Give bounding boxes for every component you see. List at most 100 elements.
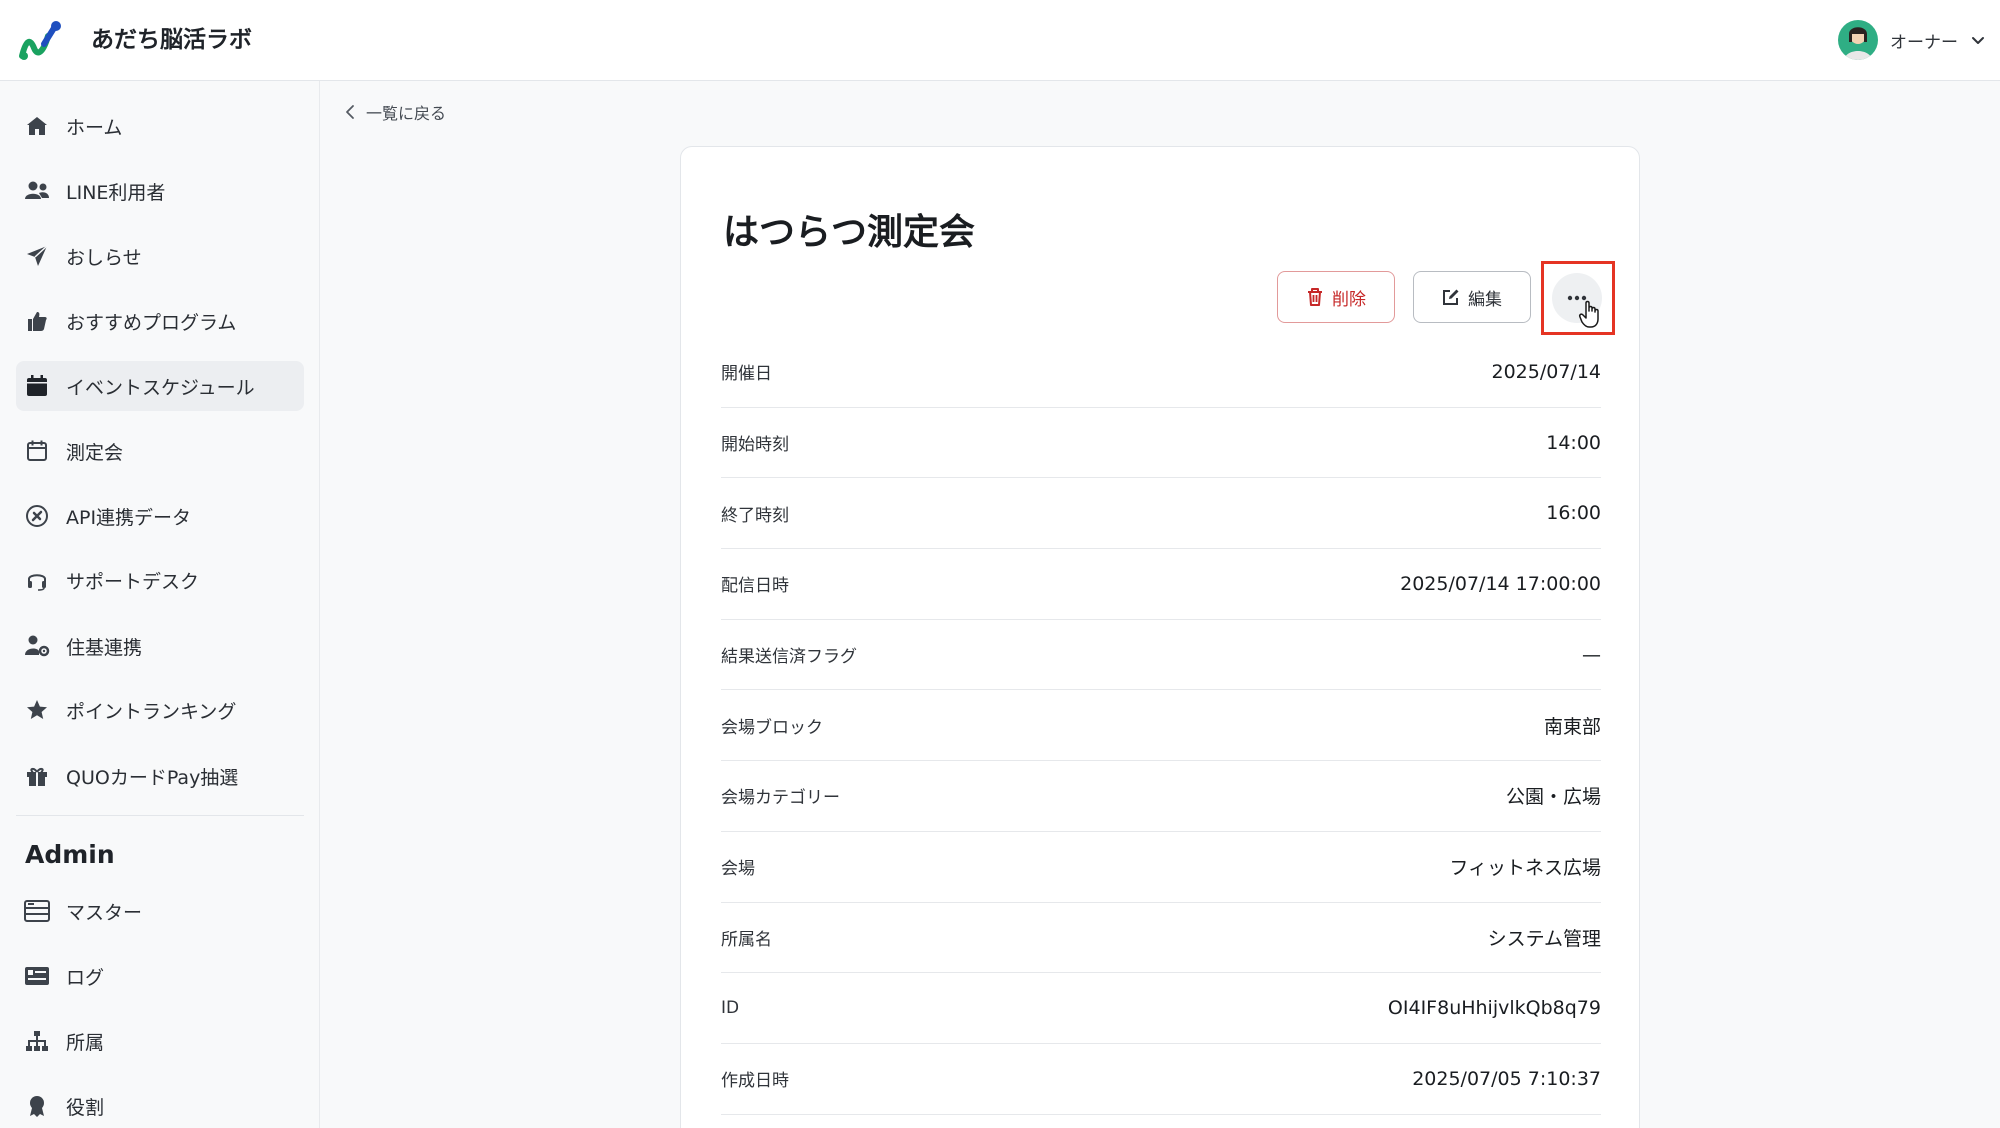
- detail-label: 所属名: [721, 929, 772, 950]
- sidebar-item-label: おしらせ: [66, 246, 142, 269]
- detail-value: 16:00: [1546, 502, 1601, 525]
- detail-label: 作成日時: [721, 1071, 789, 1092]
- detail-value: 南東部: [1543, 715, 1601, 738]
- detail-label: 配信日時: [721, 576, 789, 597]
- detail-row: 開催日 2025/07/14: [721, 337, 1601, 408]
- detail-row: 作成日時 2025/07/05 7:10:37: [721, 1044, 1601, 1115]
- plug-icon: [24, 503, 50, 529]
- user-gear-icon: [24, 633, 50, 659]
- sidebar-item-programs[interactable]: おすすめプログラム: [16, 296, 304, 346]
- user-name: オーナー: [1890, 32, 1958, 53]
- detail-label: 終了時刻: [721, 505, 789, 526]
- trash-icon: [1308, 288, 1322, 306]
- sidebar-item-quo-card[interactable]: QUOカードPay抽選: [16, 751, 304, 801]
- sidebar-item-label: 役割: [66, 1096, 105, 1119]
- sidebar-item-point-ranking[interactable]: ポイントランキング: [16, 685, 304, 735]
- users-icon: [24, 178, 50, 204]
- sidebar-item-home[interactable]: ホーム: [16, 101, 304, 151]
- admin-heading: Admin: [25, 840, 115, 869]
- detail-value: フィットネス広場: [1449, 857, 1601, 880]
- headset-icon: [24, 567, 50, 593]
- sidebar-item-notices[interactable]: おしらせ: [16, 231, 304, 281]
- ellipsis-icon: [1567, 295, 1587, 301]
- app-title: あだち脳活ラボ: [91, 27, 252, 53]
- back-to-list-link[interactable]: 一覧に戻る: [344, 100, 446, 124]
- event-details: 開催日 2025/07/14 開始時刻 14:00 終了時刻 16:00 配信日時 20…: [721, 337, 1601, 1115]
- detail-label: 会場ブロック: [721, 717, 823, 738]
- star-icon: [24, 697, 50, 723]
- detail-row: 所属名 システム管理: [721, 903, 1601, 974]
- sidebar-item-label: マスター: [66, 901, 143, 924]
- detail-row: 配信日時 2025/07/14 17:00:00: [721, 549, 1601, 620]
- sidebar-divider: [16, 815, 304, 816]
- detail-row: 終了時刻 16:00: [721, 478, 1601, 550]
- sidebar-item-label: API連携データ: [66, 506, 192, 529]
- detail-label: 開始時刻: [721, 435, 789, 456]
- sidebar-item-label: ホーム: [66, 116, 123, 139]
- sidebar-item-api-data[interactable]: API連携データ: [16, 491, 304, 541]
- delete-button[interactable]: 削除: [1277, 271, 1395, 323]
- sidebar: ホーム LINE利用者 おしらせ おすすめプログラム イベントスケジュール 測定…: [0, 81, 320, 1128]
- org-chart-icon: [24, 1028, 50, 1054]
- sidebar-item-label: LINE利用者: [66, 181, 166, 204]
- detail-row: 結果送信済フラグ —: [721, 620, 1601, 691]
- sidebar-item-support-desk[interactable]: サポートデスク: [16, 555, 304, 605]
- app-logo-icon[interactable]: [18, 20, 62, 62]
- home-icon: [24, 113, 50, 139]
- sidebar-item-resident-link[interactable]: 住基連携: [16, 621, 304, 671]
- detail-label: ID: [721, 998, 740, 1019]
- page-title: はつらつ測定会: [723, 212, 976, 253]
- more-actions-button[interactable]: [1552, 273, 1602, 323]
- detail-row: 会場 フィットネス広場: [721, 832, 1601, 903]
- sidebar-item-label: ログ: [66, 966, 105, 989]
- sidebar-item-label: 所属: [66, 1031, 105, 1054]
- delete-label: 削除: [1332, 289, 1366, 310]
- sidebar-item-label: QUOカードPay抽選: [66, 766, 239, 789]
- sidebar-item-label: サポートデスク: [66, 570, 200, 593]
- sidebar-item-master[interactable]: マスター: [16, 886, 304, 936]
- sidebar-item-event-schedule[interactable]: イベントスケジュール: [16, 361, 304, 411]
- sidebar-item-log[interactable]: ログ: [16, 951, 304, 1001]
- top-header: あだち脳活ラボ オーナー: [0, 0, 2000, 81]
- user-menu[interactable]: オーナー: [1838, 19, 1986, 61]
- sidebar-item-line-users[interactable]: LINE利用者: [16, 166, 304, 216]
- sidebar-item-label: イベントスケジュール: [66, 376, 255, 399]
- calendar-icon: [24, 438, 50, 464]
- back-label: 一覧に戻る: [366, 104, 447, 123]
- sidebar-item-affiliation[interactable]: 所属: [16, 1016, 304, 1066]
- detail-label: 会場: [721, 859, 755, 880]
- gift-icon: [24, 763, 50, 789]
- log-icon: [24, 963, 50, 989]
- edit-label: 編集: [1468, 289, 1502, 310]
- edit-button[interactable]: 編集: [1413, 271, 1531, 323]
- avatar: [1838, 20, 1878, 60]
- detail-row: ID OI4IF8uHhijvlkQb8q79: [721, 973, 1601, 1044]
- chevron-down-icon: [1972, 37, 1984, 44]
- edit-icon: [1443, 289, 1459, 305]
- award-icon: [24, 1093, 50, 1119]
- sidebar-item-role[interactable]: 役割: [16, 1081, 304, 1128]
- detail-value: 2025/07/05 7:10:37: [1412, 1067, 1601, 1090]
- detail-value: 14:00: [1546, 431, 1601, 454]
- thumbs-up-icon: [24, 308, 50, 334]
- sidebar-item-label: 測定会: [66, 441, 124, 464]
- chevron-left-icon: [346, 105, 354, 119]
- event-detail-card: はつらつ測定会 削除 編集 開催日 2025/07/14 開始時刻 14:00 終了…: [680, 146, 1640, 1128]
- detail-value: —: [1582, 643, 1601, 666]
- detail-label: 開催日: [721, 364, 772, 385]
- database-icon: [24, 898, 50, 924]
- sidebar-item-label: 住基連携: [66, 636, 143, 659]
- sidebar-item-measurement[interactable]: 測定会: [16, 426, 304, 476]
- detail-value: 2025/07/14 17:00:00: [1400, 572, 1601, 595]
- more-actions-highlight: [1541, 261, 1615, 335]
- detail-value: OI4IF8uHhijvlkQb8q79: [1387, 997, 1601, 1020]
- detail-label: 結果送信済フラグ: [721, 647, 857, 668]
- detail-label: 会場カテゴリー: [721, 788, 840, 809]
- sidebar-item-label: おすすめプログラム: [66, 311, 237, 334]
- sidebar-item-label: ポイントランキング: [66, 700, 237, 723]
- detail-value: 2025/07/14: [1491, 360, 1601, 383]
- detail-row: 会場ブロック 南東部: [721, 690, 1601, 762]
- detail-value: システム管理: [1487, 927, 1601, 950]
- detail-row: 開始時刻 14:00: [721, 408, 1601, 479]
- calendar-filled-icon: [24, 373, 50, 399]
